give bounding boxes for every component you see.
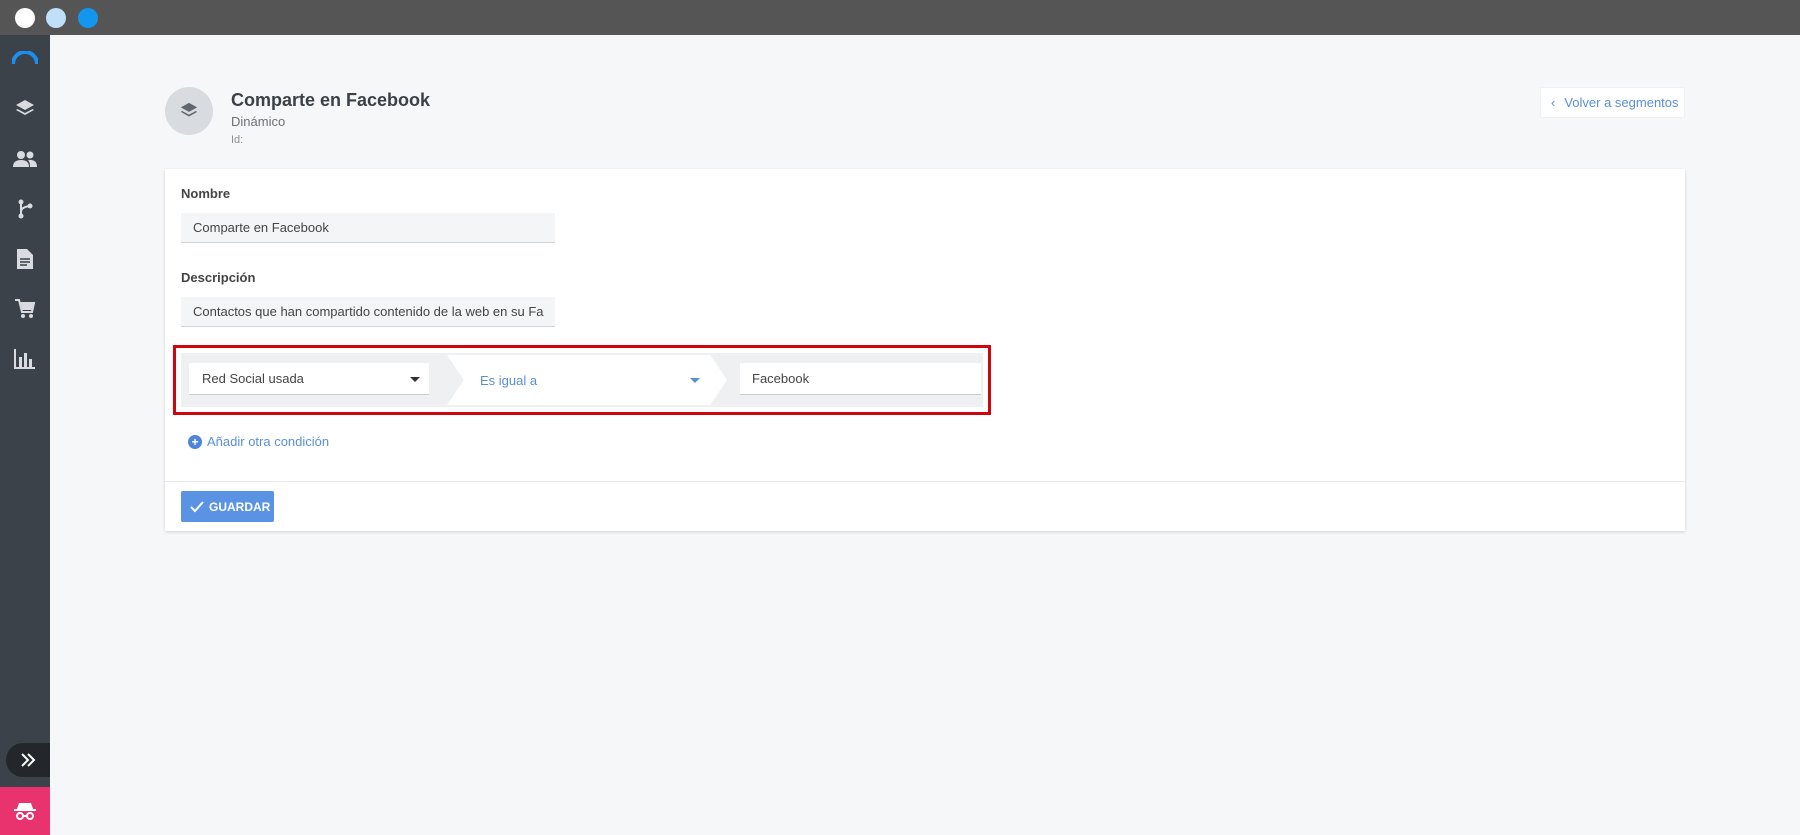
layers-icon	[16, 100, 34, 115]
segment-avatar	[165, 87, 213, 135]
page-title: Comparte en Facebook	[231, 90, 431, 110]
cart-icon	[15, 299, 36, 318]
back-to-segments-button[interactable]: ‹ Volver a segmentos	[1540, 87, 1685, 118]
chevron-left-icon: ‹	[1551, 95, 1556, 110]
plus-circle-icon: +	[188, 434, 202, 449]
window-titlebar	[0, 0, 1800, 35]
incognito-mode-button[interactable]	[0, 787, 50, 835]
card-divider	[165, 481, 1685, 482]
close-window-button[interactable]	[15, 8, 35, 28]
condition-operator-select[interactable]: Es igual a	[447, 355, 727, 405]
sidebar-item-contacts[interactable]	[12, 146, 38, 172]
condition-value-input[interactable]: Facebook	[740, 363, 981, 395]
minimize-window-button[interactable]	[46, 8, 66, 28]
layers-icon	[180, 102, 198, 117]
sidebar-item-reports[interactable]	[12, 346, 38, 372]
add-condition-label: Añadir otra condición	[207, 434, 330, 449]
sidebar	[0, 35, 50, 835]
flow-icon	[18, 199, 33, 219]
save-button[interactable]: GUARDAR	[181, 491, 274, 522]
add-condition-button[interactable]: + Añadir otra condición	[188, 434, 329, 449]
condition-operator-value: Es igual a	[480, 373, 538, 388]
segment-type: Dinámico	[231, 114, 286, 129]
sidebar-item-documents[interactable]	[12, 246, 38, 272]
chart-icon	[14, 349, 35, 369]
double-chevron-right-icon	[21, 753, 36, 767]
caret-down-icon	[690, 378, 700, 383]
sidebar-item-segments[interactable]	[12, 96, 38, 122]
name-input[interactable]: Comparte en Facebook	[181, 213, 555, 243]
sidebar-item-shop[interactable]	[12, 296, 38, 322]
condition-row: Red Social usada Es igual a Facebook	[181, 353, 983, 407]
contacts-icon	[13, 151, 37, 167]
segment-form-card: Nombre Comparte en Facebook Descripción …	[165, 169, 1685, 531]
document-icon	[17, 249, 33, 269]
condition-field-value: Red Social usada	[202, 371, 304, 386]
save-label: GUARDAR	[209, 499, 271, 514]
sidebar-expand-button[interactable]	[6, 743, 50, 777]
maximize-window-button[interactable]	[78, 8, 98, 28]
condition-field-select[interactable]: Red Social usada	[189, 363, 429, 395]
sidebar-item-flows[interactable]	[12, 196, 38, 222]
name-label: Nombre	[181, 186, 231, 201]
caret-down-icon	[410, 377, 420, 382]
description-label: Descripción	[181, 270, 256, 285]
app-logo[interactable]	[12, 51, 38, 65]
back-to-segments-label: Volver a segmentos	[1564, 95, 1679, 110]
incognito-icon	[14, 803, 36, 820]
check-icon	[190, 500, 204, 512]
segment-id: Id:	[231, 134, 244, 146]
description-input[interactable]: Contactos que han compartido contenido d…	[181, 297, 555, 327]
